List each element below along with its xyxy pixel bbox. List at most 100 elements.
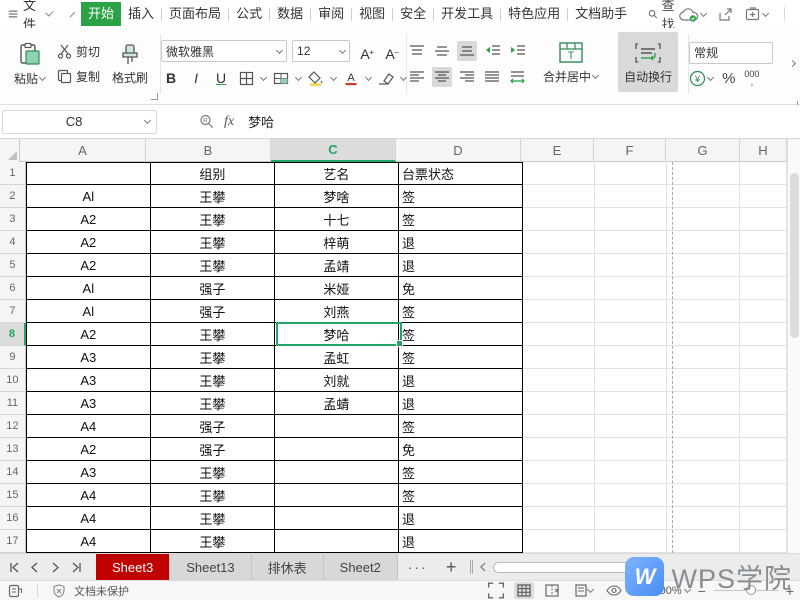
copy-button[interactable]: 复制 [57, 68, 100, 85]
hscroll-left-icon[interactable] [479, 562, 487, 572]
underline-button[interactable]: U [211, 68, 231, 88]
select-all-corner[interactable] [0, 139, 20, 162]
cell-F10[interactable] [595, 369, 666, 392]
cell-A3[interactable]: A2 [26, 208, 151, 231]
cell-B10[interactable]: 王攀 [151, 369, 275, 392]
insert-function-button[interactable]: fx [224, 114, 234, 130]
cell-B13[interactable]: 强子 [151, 438, 275, 461]
cell-E15[interactable] [523, 484, 595, 507]
zoom-out-button[interactable]: − [698, 583, 706, 599]
last-sheet-button[interactable] [67, 558, 86, 577]
file-menu-button[interactable]: 文件 [0, 0, 60, 28]
cell-H10[interactable] [740, 369, 787, 392]
col-header-A[interactable]: A [20, 139, 146, 162]
cell-B7[interactable]: 强子 [151, 300, 275, 323]
cell-G8[interactable] [667, 323, 740, 346]
cut-button[interactable]: 剪切 [57, 43, 100, 60]
cell-G12[interactable] [667, 415, 740, 438]
new-tab-button[interactable] [745, 7, 768, 21]
cell-C7[interactable]: 刘燕 [275, 300, 399, 323]
cell-D11[interactable]: 退 [399, 392, 523, 415]
cell-C4[interactable]: 梓萌 [275, 231, 399, 254]
cell-B16[interactable]: 王攀 [151, 507, 275, 530]
cell-E10[interactable] [523, 369, 595, 392]
cell-A2[interactable]: Al [26, 185, 151, 208]
cell-H4[interactable] [740, 231, 787, 254]
cell-D1[interactable]: 台票状态 [399, 162, 523, 185]
menu-tab-视图[interactable]: 视图 [352, 2, 392, 26]
horizontal-scrollbar[interactable] [493, 562, 643, 573]
font-size-select[interactable]: 12 [292, 40, 350, 62]
cell-H5[interactable] [740, 254, 787, 277]
cell-G14[interactable] [667, 461, 740, 484]
zoom-slider[interactable] [714, 590, 778, 591]
cell-F1[interactable] [595, 162, 666, 185]
cell-D6[interactable]: 免 [399, 277, 523, 300]
cell-H16[interactable] [740, 507, 787, 530]
tab-splitter-handle[interactable] [470, 560, 473, 574]
cell-C2[interactable]: 梦啥 [275, 185, 399, 208]
cell-D5[interactable]: 退 [399, 254, 523, 277]
font-name-select[interactable]: 微软雅黑 [161, 40, 287, 62]
sheet-tab-Sheet2[interactable]: Sheet2 [324, 554, 398, 581]
wrap-text-button[interactable]: 自动换行 [618, 32, 678, 92]
zoom-search-icon[interactable]: R [199, 114, 214, 129]
add-sheet-button[interactable]: + [438, 557, 465, 578]
comma-style-button[interactable]: 000 , [744, 70, 759, 86]
cell-H17[interactable] [740, 530, 787, 553]
cell-B11[interactable]: 王攀 [151, 392, 275, 415]
align-middle-button[interactable] [432, 41, 452, 61]
cell-C5[interactable]: 孟靖 [275, 254, 399, 277]
row-header-6[interactable]: 6 [0, 277, 26, 300]
cell-D3[interactable]: 签 [399, 208, 523, 231]
italic-button[interactable]: I [186, 68, 206, 88]
cell-A8[interactable]: A2 [26, 323, 151, 346]
cell-D9[interactable]: 签 [399, 346, 523, 369]
cell-C1[interactable]: 艺名 [275, 162, 399, 185]
macro-record-icon[interactable] [8, 584, 23, 598]
menu-tab-开始[interactable]: 开始 [81, 2, 121, 26]
format-painter-button[interactable]: 格式刷 [106, 34, 154, 94]
cell-B3[interactable]: 王攀 [151, 208, 275, 231]
row-header-9[interactable]: 9 [0, 346, 26, 369]
cell-A10[interactable]: A3 [26, 369, 151, 392]
cell-A15[interactable]: A4 [26, 484, 151, 507]
decrease-font-button[interactable]: A− [380, 41, 400, 61]
cell-B2[interactable]: 王攀 [151, 185, 275, 208]
cell-G4[interactable] [667, 231, 740, 254]
col-header-C[interactable]: C [271, 139, 396, 162]
row-header-13[interactable]: 13 [0, 438, 26, 461]
menu-tab-特色应用[interactable]: 特色应用 [501, 2, 567, 26]
align-top-button[interactable] [407, 41, 427, 61]
cell-H12[interactable] [740, 415, 787, 438]
cell-A11[interactable]: A3 [26, 392, 151, 415]
cell-E16[interactable] [523, 507, 595, 530]
row-header-16[interactable]: 16 [0, 507, 26, 530]
cell-C13[interactable] [275, 438, 399, 461]
cell-D10[interactable]: 退 [399, 369, 523, 392]
font-color-button[interactable]: A [341, 68, 361, 88]
cell-B8[interactable]: 王攀 [151, 323, 275, 346]
cell-E11[interactable] [523, 392, 595, 415]
increase-font-button[interactable]: A+ [355, 41, 375, 61]
cell-H1[interactable] [740, 162, 787, 185]
col-header-F[interactable]: F [594, 139, 666, 162]
row-header-7[interactable]: 7 [0, 300, 26, 323]
share-button[interactable] [718, 7, 733, 22]
cell-A12[interactable]: A4 [26, 415, 151, 438]
cell-C15[interactable] [275, 484, 399, 507]
page-break-view-button[interactable] [542, 582, 562, 599]
row-header-11[interactable]: 11 [0, 392, 26, 415]
cell-G1[interactable] [667, 162, 740, 185]
align-center-button[interactable] [432, 67, 452, 87]
normal-view-button[interactable] [514, 582, 534, 599]
col-header-D[interactable]: D [396, 139, 521, 162]
cell-H6[interactable] [740, 277, 787, 300]
cell-G16[interactable] [667, 507, 740, 530]
cell-F7[interactable] [595, 300, 666, 323]
cell-E6[interactable] [523, 277, 595, 300]
cell-F4[interactable] [595, 231, 666, 254]
cell-G9[interactable] [667, 346, 740, 369]
cell-D12[interactable]: 签 [399, 415, 523, 438]
cell-F9[interactable] [595, 346, 666, 369]
